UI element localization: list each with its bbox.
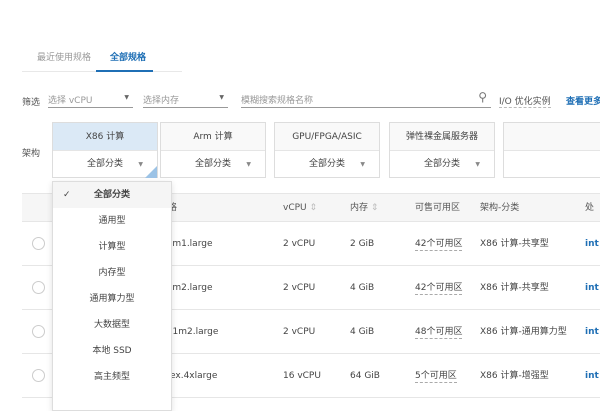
- dropdown-option[interactable]: 通用型: [53, 208, 171, 234]
- caret-down-icon: ▼: [219, 94, 224, 101]
- vcpu-cell: 16 vCPU: [283, 371, 321, 381]
- col-memory[interactable]: 内存 ⇕: [350, 194, 378, 223]
- memory-cell: 4 GiB: [350, 283, 375, 293]
- memory-cell: 4 GiB: [350, 327, 375, 337]
- sort-icon: ⇕: [309, 203, 318, 213]
- dropdown-option[interactable]: ✓ 全部分类: [53, 182, 171, 208]
- row-radio[interactable]: [32, 369, 45, 382]
- vcpu-cell: 2 vCPU: [283, 239, 316, 249]
- filter-label: 筛选: [22, 98, 41, 108]
- col-zones: 可售可用区: [415, 203, 461, 213]
- dropdown-option[interactable]: 计算型: [53, 234, 171, 260]
- io-optimized-label[interactable]: I/O 优化实例: [499, 94, 551, 108]
- caret-down-icon: ▼: [475, 161, 480, 168]
- arch-card-title: Arm 计算: [161, 123, 265, 151]
- category-dropdown-menu: ✓ 全部分类 通用型 计算型 内存型 通用算力型 大数据型 本地 SSD 高主频型: [52, 181, 172, 411]
- processor-cell: int: [585, 283, 599, 293]
- spec-search-input[interactable]: 模糊搜索规格名称 ⚲: [241, 90, 491, 108]
- tab-all-specs[interactable]: 全部规格: [110, 50, 146, 63]
- row-radio[interactable]: [32, 325, 45, 338]
- vcpu-cell: 2 vCPU: [283, 283, 316, 293]
- vcpu-select[interactable]: 选择 vCPU ▼: [48, 92, 133, 108]
- arch-cell: X86 计算-增强型: [480, 371, 549, 381]
- col-vcpu[interactable]: vCPU ⇕: [283, 194, 317, 223]
- arch-card-more[interactable]: [503, 122, 600, 178]
- selected-corner-icon: [145, 166, 157, 178]
- caret-down-icon: ▼: [124, 94, 129, 101]
- arch-card-title: X86 计算: [53, 123, 157, 151]
- vcpu-cell: 2 vCPU: [283, 327, 316, 337]
- processor-cell: int: [585, 327, 599, 337]
- arch-card-gpu[interactable]: GPU/FPGA/ASIC 全部分类 ▼: [274, 122, 380, 178]
- col-processor: 处: [585, 203, 595, 213]
- memory-cell: 2 GiB: [350, 239, 375, 249]
- category-select[interactable]: 全部分类 ▼: [53, 151, 157, 178]
- category-select[interactable]: 全部分类 ▼: [390, 151, 494, 178]
- zones-cell[interactable]: 5个可用区: [415, 354, 457, 398]
- row-radio[interactable]: [32, 237, 45, 250]
- arch-card-bare-metal[interactable]: 弹性裸金属服务器 全部分类 ▼: [389, 122, 495, 178]
- processor-cell: int: [585, 371, 599, 381]
- search-icon[interactable]: ⚲: [478, 90, 487, 104]
- view-more-link[interactable]: 查看更多: [566, 94, 600, 107]
- category-select[interactable]: 全部分类 ▼: [275, 151, 379, 178]
- processor-cell: int: [585, 239, 599, 249]
- dropdown-option[interactable]: 本地 SSD: [53, 338, 171, 364]
- col-arch: 架构-分类: [480, 203, 520, 213]
- arch-card-title: GPU/FPGA/ASIC: [275, 123, 379, 151]
- category-select[interactable]: 全部分类 ▼: [161, 151, 265, 178]
- tab-recent-specs[interactable]: 最近使用规格: [37, 50, 91, 63]
- arch-card-title: 弹性裸金属服务器: [390, 123, 494, 151]
- memory-select-placeholder: 选择内存: [143, 96, 180, 106]
- arch-label: 架构: [22, 149, 41, 159]
- check-icon: ✓: [63, 190, 71, 200]
- active-tab-underline: [96, 70, 153, 72]
- arch-card-x86[interactable]: X86 计算 全部分类 ▼: [52, 122, 158, 178]
- arch-cell: X86 计算-共享型: [480, 283, 549, 293]
- caret-down-icon: ▼: [360, 161, 365, 168]
- arch-cell: X86 计算-共享型: [480, 239, 549, 249]
- memory-select[interactable]: 选择内存 ▼: [143, 92, 228, 108]
- dropdown-option[interactable]: 高主频型: [53, 364, 171, 390]
- arch-cell: X86 计算-通用算力型: [480, 327, 567, 337]
- caret-down-icon: ▼: [246, 161, 251, 168]
- dropdown-option[interactable]: 内存型: [53, 260, 171, 286]
- dropdown-option[interactable]: 通用算力型: [53, 286, 171, 312]
- zones-cell[interactable]: 42个可用区: [415, 222, 463, 266]
- caret-down-icon: ▼: [138, 161, 143, 168]
- zones-cell[interactable]: 48个可用区: [415, 310, 463, 354]
- memory-cell: 64 GiB: [350, 371, 380, 381]
- zones-cell[interactable]: 42个可用区: [415, 266, 463, 310]
- sort-icon: ⇕: [370, 203, 379, 213]
- arch-card-arm[interactable]: Arm 计算 全部分类 ▼: [160, 122, 266, 178]
- row-radio[interactable]: [32, 281, 45, 294]
- dropdown-option[interactable]: 大数据型: [53, 312, 171, 338]
- search-placeholder: 模糊搜索规格名称: [241, 96, 314, 106]
- vcpu-select-placeholder: 选择 vCPU: [48, 96, 93, 106]
